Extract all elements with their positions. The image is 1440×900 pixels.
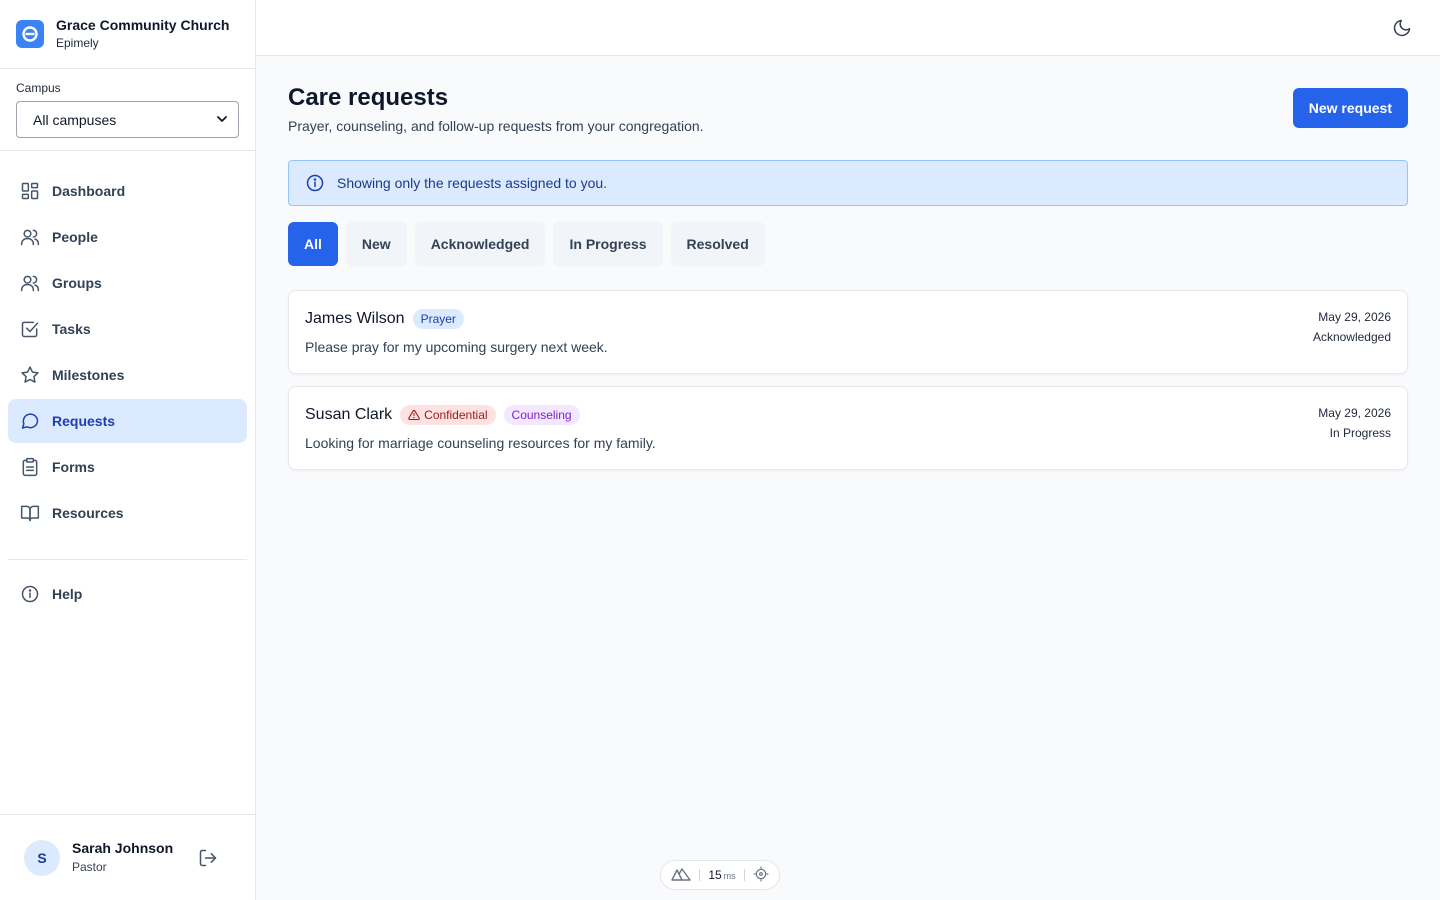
main-content: Care requests Prayer, counseling, and fo… <box>288 56 1408 482</box>
confidential-label: Confidential <box>424 408 488 422</box>
page-header: Care requests Prayer, counseling, and fo… <box>288 56 1408 160</box>
groups-icon <box>20 273 40 293</box>
info-icon <box>20 584 40 604</box>
nav-item-tasks[interactable]: Tasks <box>8 307 247 351</box>
nav-label: Dashboard <box>52 183 126 199</box>
request-date: May 29, 2026 <box>1318 406 1391 420</box>
divider <box>699 869 701 881</box>
nav-item-resources[interactable]: Resources <box>8 491 247 535</box>
top-bar <box>256 0 1440 56</box>
nav-label: Groups <box>52 275 102 291</box>
category-badge: Counseling <box>503 405 580 425</box>
nav-label: Help <box>52 586 83 602</box>
nav-label: Forms <box>52 459 95 475</box>
request-card[interactable]: James Wilson Prayer Please pray for my u… <box>288 290 1408 374</box>
user-role: Pastor <box>72 860 107 874</box>
clipboard-icon <box>20 457 40 477</box>
crosshair-icon[interactable] <box>753 866 769 885</box>
people-icon <box>20 227 40 247</box>
user-profile: S Sarah Johnson Pastor <box>0 814 255 900</box>
info-banner-text: Showing only the requests assigned to yo… <box>337 175 608 191</box>
request-card[interactable]: Susan Clark Confidential Counseling Look… <box>288 386 1408 470</box>
logo-icon[interactable] <box>671 867 691 884</box>
render-time-value: 15 <box>708 868 722 882</box>
app-name: Epimely <box>56 36 99 50</box>
filter-all[interactable]: All <box>288 222 338 266</box>
dashboard-icon <box>20 181 40 201</box>
tasks-icon <box>20 319 40 339</box>
message-icon <box>20 411 40 431</box>
book-icon <box>20 503 40 523</box>
star-icon <box>20 365 40 385</box>
main-nav: Dashboard People Groups Tasks Milestones <box>0 151 255 616</box>
moon-icon[interactable] <box>1392 18 1412 38</box>
campus-select[interactable]: All campuses <box>16 101 239 138</box>
confidential-badge: Confidential <box>400 405 496 425</box>
request-status: In Progress <box>1329 426 1391 440</box>
page-title: Care requests <box>288 84 449 111</box>
requester-name: James Wilson <box>305 310 405 327</box>
campus-selector-section: Campus All campuses <box>0 69 255 151</box>
nav-label: Resources <box>52 505 124 521</box>
filter-in-progress[interactable]: In Progress <box>553 222 663 266</box>
request-status: Acknowledged <box>1312 330 1391 344</box>
nav-divider <box>8 559 247 560</box>
requester-name: Susan Clark <box>305 406 393 423</box>
render-time-unit: ms <box>723 871 736 881</box>
chevron-down-icon <box>216 112 228 128</box>
sidebar: Grace Community Church Epimely Campus Al… <box>0 0 256 900</box>
nav-label: Requests <box>52 413 116 429</box>
divider <box>743 869 745 881</box>
request-description: Please pray for my upcoming surgery next… <box>305 339 608 355</box>
info-icon <box>305 173 325 193</box>
dev-toolbar-pill[interactable]: 15 ms <box>660 860 780 890</box>
user-name: Sarah Johnson <box>72 840 174 856</box>
nav-item-help[interactable]: Help <box>8 572 247 616</box>
nav-label: People <box>52 229 98 245</box>
logout-icon[interactable] <box>196 846 220 870</box>
nav-item-people[interactable]: People <box>8 215 247 259</box>
render-time: 15 ms <box>708 868 735 882</box>
request-list: James Wilson Prayer Please pray for my u… <box>288 290 1408 470</box>
category-badge: Prayer <box>412 309 464 329</box>
filter-resolved[interactable]: Resolved <box>670 222 765 266</box>
nav-label: Milestones <box>52 367 125 383</box>
nav-item-forms[interactable]: Forms <box>8 445 247 489</box>
brand-logo-icon <box>16 20 44 48</box>
avatar[interactable]: S <box>24 839 60 876</box>
new-request-button[interactable]: New request <box>1292 88 1408 128</box>
page-subtitle: Prayer, counseling, and follow-up reques… <box>288 118 704 134</box>
nav-item-milestones[interactable]: Milestones <box>8 353 247 397</box>
request-date: May 29, 2026 <box>1318 310 1391 324</box>
info-banner: Showing only the requests assigned to yo… <box>288 160 1408 206</box>
filter-new[interactable]: New <box>345 222 407 266</box>
nav-label: Tasks <box>52 321 91 337</box>
nav-item-groups[interactable]: Groups <box>8 261 247 305</box>
brand-header: Grace Community Church Epimely <box>0 0 255 69</box>
warning-icon <box>408 409 420 421</box>
filter-acknowledged[interactable]: Acknowledged <box>414 222 546 266</box>
nav-item-dashboard[interactable]: Dashboard <box>8 169 247 213</box>
request-description: Looking for marriage counseling resource… <box>305 435 656 451</box>
campus-label: Campus <box>16 81 61 95</box>
status-filter-tabs: All New Acknowledged In Progress Resolve… <box>288 222 1408 266</box>
church-name: Grace Community Church <box>56 17 230 33</box>
nav-item-requests[interactable]: Requests <box>8 399 247 443</box>
campus-select-value: All campuses <box>33 111 117 128</box>
